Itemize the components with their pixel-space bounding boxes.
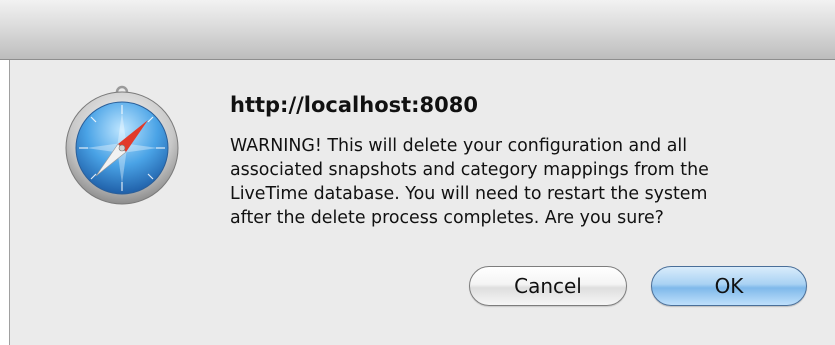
message-line: after the delete process completes. Are …: [230, 208, 664, 228]
background-edge: [0, 60, 9, 345]
ok-button[interactable]: OK: [651, 266, 807, 306]
cancel-button[interactable]: Cancel: [469, 266, 627, 306]
dialog-title: http://localhost:8080: [230, 93, 479, 117]
window-titlebar[interactable]: [0, 0, 835, 60]
message-line: WARNING! This will delete your configura…: [230, 136, 688, 156]
message-line: associated snapshots and category mappin…: [230, 160, 709, 180]
message-line: LiveTime database. You will need to rest…: [230, 184, 708, 204]
safari-compass-icon: [65, 85, 179, 205]
dialog-message: WARNING! This will delete your configura…: [230, 134, 810, 230]
